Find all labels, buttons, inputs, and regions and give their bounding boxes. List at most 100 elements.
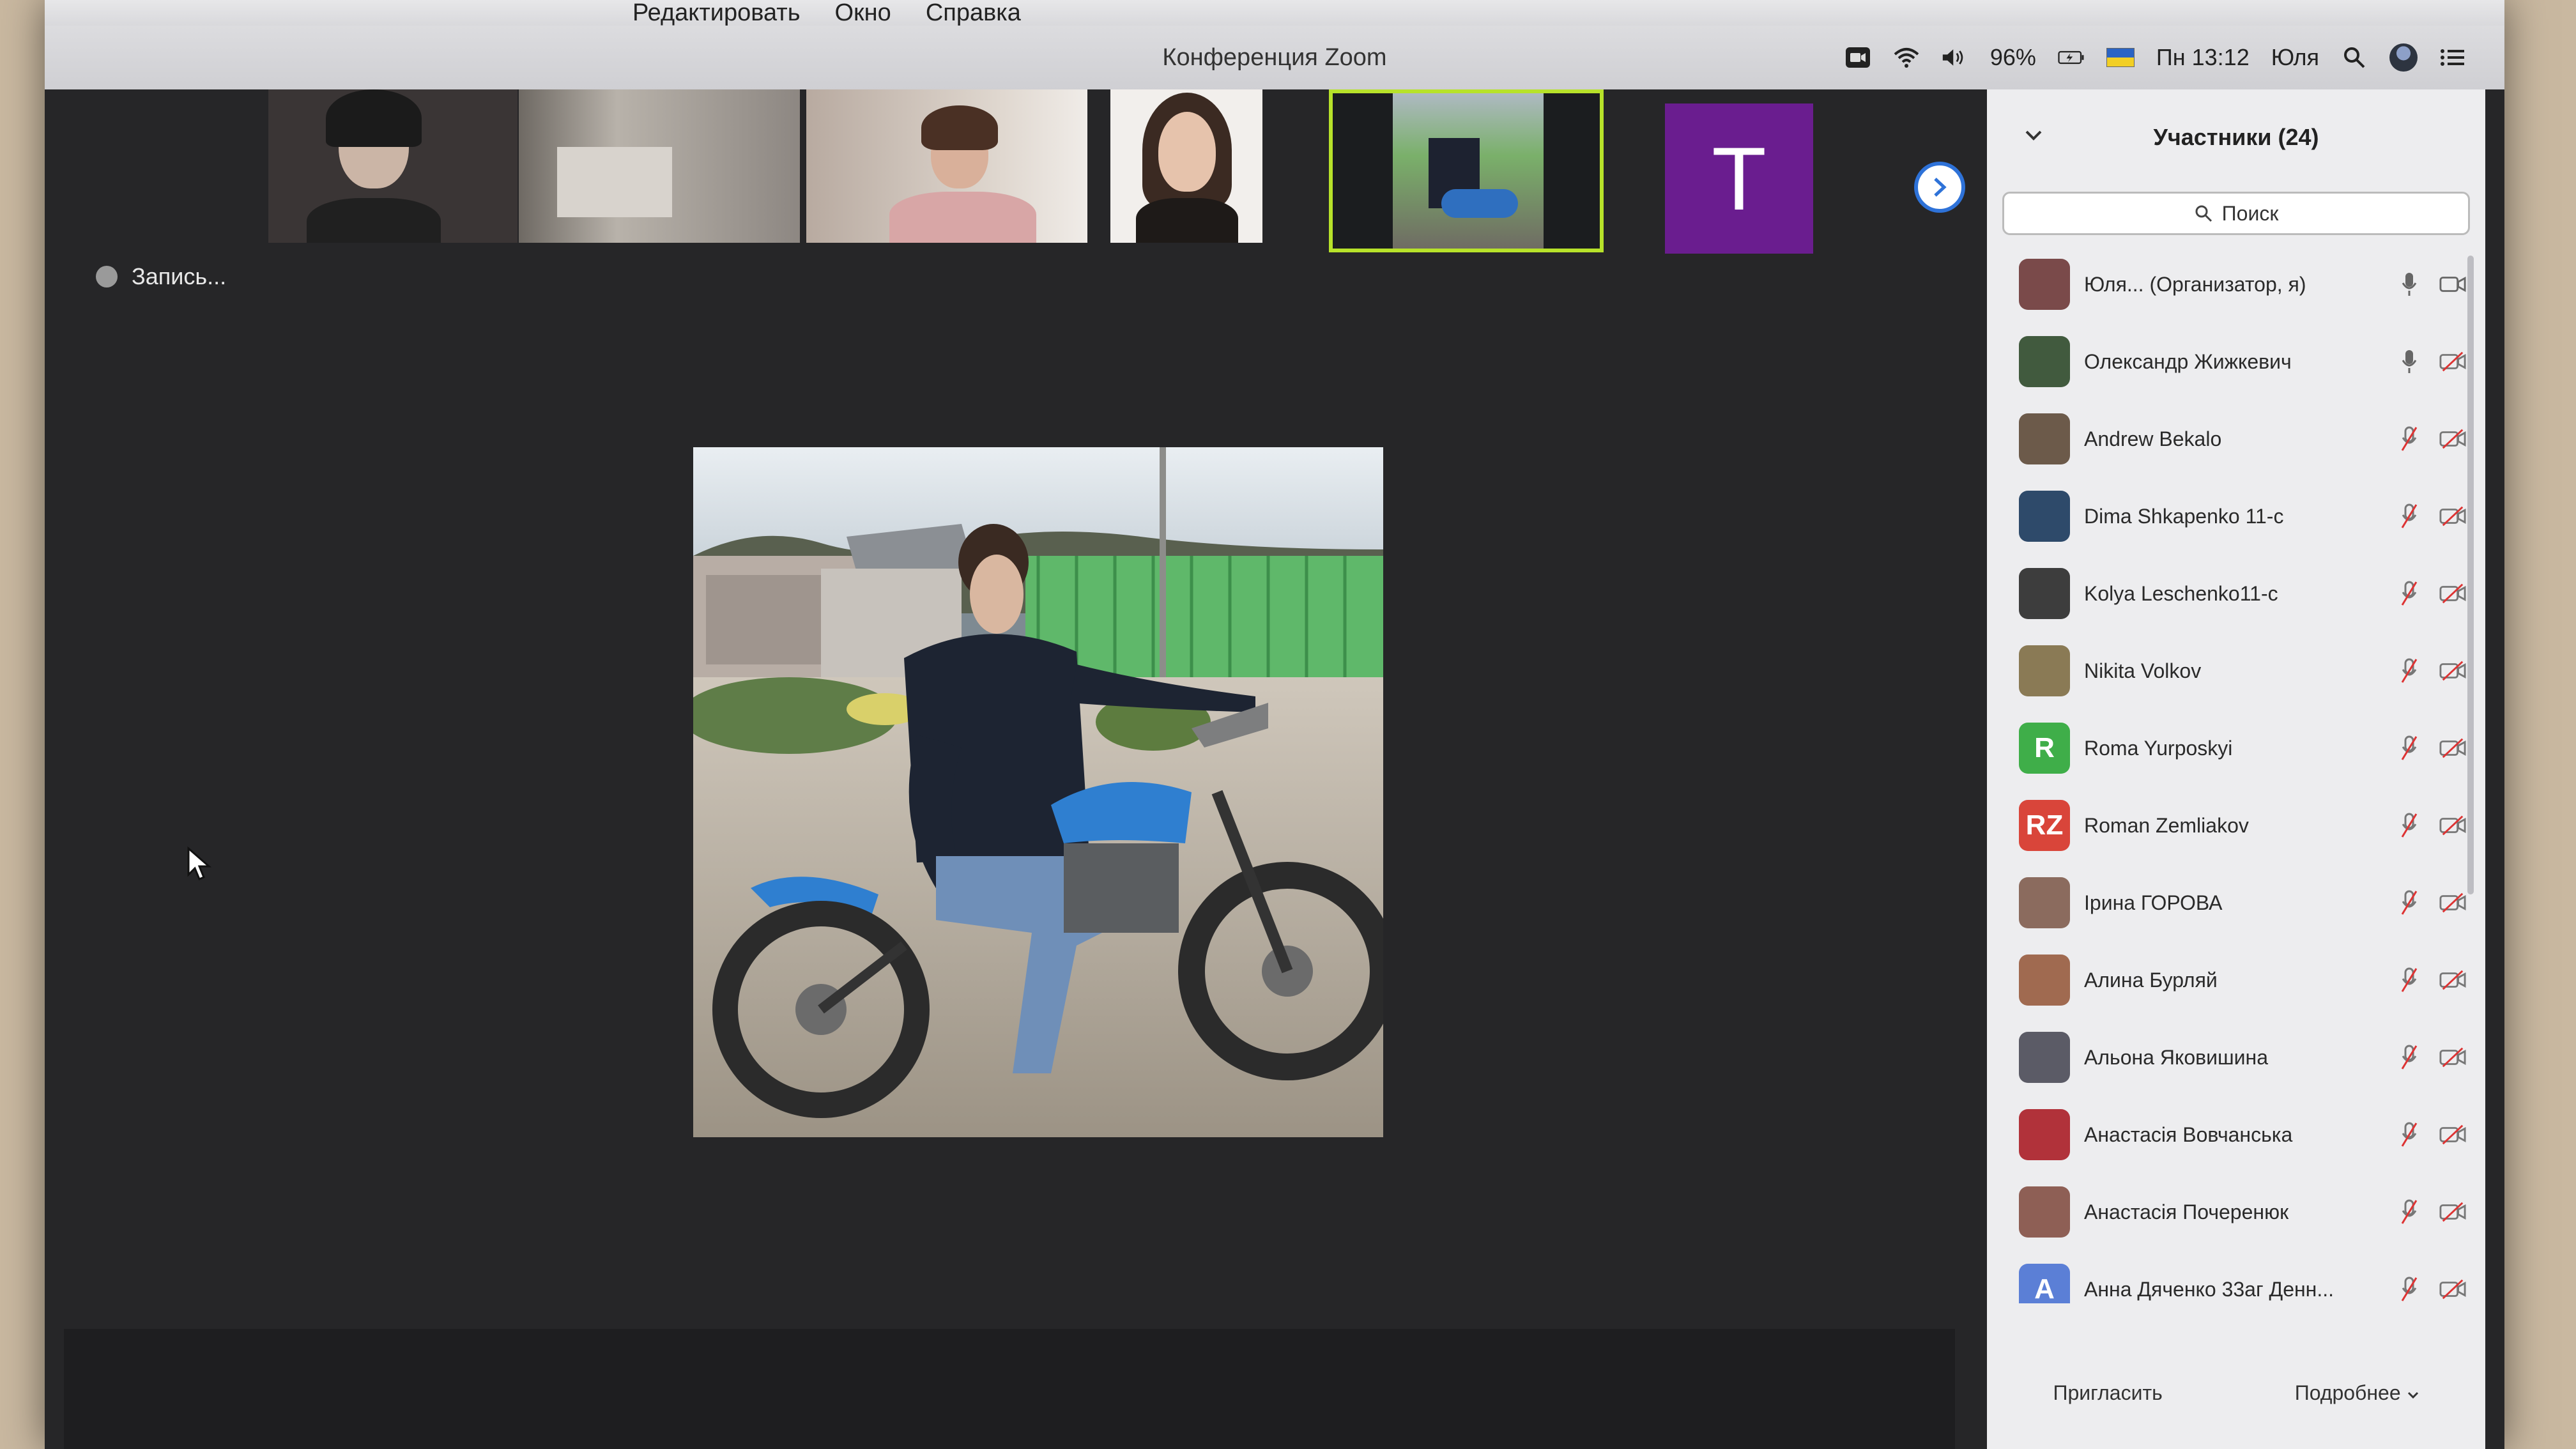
microphone-muted-icon[interactable] — [2396, 812, 2423, 839]
participant-name: Kolya Leschenko11-c — [2084, 581, 2278, 605]
participant-letter-avatar[interactable]: T — [1665, 103, 1813, 254]
video-thumbnail[interactable] — [806, 89, 1087, 243]
video-camera-off-icon[interactable] — [2439, 735, 2466, 762]
clock[interactable]: Пн 13:12 — [2156, 44, 2250, 71]
participant-row[interactable]: Алина Бурляй — [2019, 945, 2466, 1015]
video-camera-icon[interactable] — [2439, 271, 2466, 298]
video-thumbnail[interactable] — [519, 89, 800, 243]
participant-list: Юля... (Организатор, я) Олександр Жижкеви… — [1987, 243, 2485, 1303]
participants-header: Участники (24) — [1987, 115, 2485, 160]
participant-avatar — [2019, 568, 2070, 619]
participant-row[interactable]: Альона Яковишина — [2019, 1022, 2466, 1092]
participant-status-icons — [2396, 735, 2466, 762]
video-camera-off-icon[interactable] — [2439, 425, 2466, 452]
participants-panel: Участники (24) Поиск Юля... (Организатор… — [1987, 89, 2485, 1449]
participant-row[interactable]: Andrew Bekalo — [2019, 404, 2466, 474]
participant-avatar: A — [2019, 1264, 2070, 1303]
participant-avatar — [2019, 1032, 2070, 1083]
participant-name: Andrew Bekalo — [2084, 427, 2222, 450]
video-camera-off-icon[interactable] — [2439, 1199, 2466, 1225]
notification-center-icon[interactable] — [2439, 44, 2466, 71]
invite-button[interactable]: Пригласить — [2053, 1381, 2162, 1405]
zoom-status-icon[interactable] — [1844, 44, 1871, 71]
video-thumbnail[interactable] — [1110, 89, 1262, 243]
video-camera-off-icon[interactable] — [2439, 348, 2466, 375]
battery-icon[interactable] — [2058, 44, 2085, 71]
siri-icon[interactable] — [2389, 43, 2418, 72]
spotlight-search-icon[interactable] — [2341, 44, 2368, 71]
participant-search-input[interactable]: Поиск — [2002, 192, 2470, 235]
participant-avatar — [2019, 645, 2070, 696]
participant-row[interactable]: Nikita Volkov — [2019, 636, 2466, 706]
menu-edit[interactable]: Редактировать — [632, 0, 801, 27]
participant-row[interactable]: Анастасія Почеренюк — [2019, 1177, 2466, 1247]
participant-status-icons — [2396, 580, 2466, 607]
microphone-muted-icon[interactable] — [2396, 1121, 2423, 1148]
microphone-muted-icon[interactable] — [2396, 425, 2423, 452]
video-thumbnail[interactable] — [268, 89, 518, 243]
video-camera-off-icon[interactable] — [2439, 1276, 2466, 1303]
video-thumbnail-active-speaker[interactable] — [1329, 89, 1604, 252]
participant-avatar: RZ — [2019, 800, 2070, 851]
microphone-muted-icon[interactable] — [2396, 657, 2423, 684]
microphone-muted-icon[interactable] — [2396, 1199, 2423, 1225]
mouse-pointer-icon — [187, 846, 212, 884]
microphone-muted-icon[interactable] — [2396, 735, 2423, 762]
participant-row[interactable]: RZ Roman Zemliakov — [2019, 790, 2466, 861]
participant-status-icons — [2396, 812, 2466, 839]
recording-label: Запись... — [132, 263, 227, 289]
recording-dot-icon — [96, 266, 118, 288]
menu-items: Редактировать Окно Справка — [632, 0, 1021, 27]
microphone-muted-icon[interactable] — [2396, 580, 2423, 607]
chevron-right-icon — [1934, 178, 1947, 197]
volume-icon[interactable] — [1942, 44, 1968, 71]
menu-window[interactable]: Окно — [835, 0, 891, 27]
participant-name: Алина Бурляй — [2084, 968, 2218, 992]
more-label: Подробнее — [2294, 1381, 2401, 1404]
video-camera-off-icon[interactable] — [2439, 580, 2466, 607]
participant-row[interactable]: A Анна Дяченко 33аг Денн... — [2019, 1254, 2466, 1303]
microphone-icon[interactable] — [2396, 348, 2423, 375]
shared-photo — [693, 447, 1383, 1137]
microphone-muted-icon[interactable] — [2396, 503, 2423, 530]
video-strip: T — [45, 89, 1987, 262]
video-camera-off-icon[interactable] — [2439, 503, 2466, 530]
participant-list-scrollbar[interactable] — [2467, 256, 2474, 894]
participant-row[interactable]: Юля... (Организатор, я) — [2019, 249, 2466, 319]
video-camera-off-icon[interactable] — [2439, 1121, 2466, 1148]
video-camera-off-icon[interactable] — [2439, 889, 2466, 916]
participant-avatar — [2019, 336, 2070, 387]
participant-avatar — [2019, 491, 2070, 542]
window-title: Конференция Zoom — [1162, 43, 1387, 71]
participant-avatar — [2019, 1109, 2070, 1160]
participant-row[interactable]: Dima Shkapenko 11-c — [2019, 481, 2466, 551]
keyboard-layout-flag-icon[interactable] — [2106, 48, 2135, 67]
participant-avatar — [2019, 413, 2070, 464]
microphone-muted-icon[interactable] — [2396, 1276, 2423, 1303]
microphone-icon[interactable] — [2396, 271, 2423, 298]
participant-row[interactable]: Ірина ГОРОВА — [2019, 868, 2466, 938]
participant-status-icons — [2396, 503, 2466, 530]
video-camera-off-icon[interactable] — [2439, 1044, 2466, 1071]
recording-indicator[interactable]: Запись... — [96, 263, 226, 290]
wifi-icon[interactable] — [1893, 44, 1920, 71]
video-camera-off-icon[interactable] — [2439, 967, 2466, 993]
participant-row[interactable]: Kolya Leschenko11-c — [2019, 558, 2466, 629]
microphone-muted-icon[interactable] — [2396, 967, 2423, 993]
menu-user[interactable]: Юля — [2271, 44, 2319, 71]
participant-row[interactable]: Анастасія Вовчанська — [2019, 1100, 2466, 1170]
next-page-button[interactable] — [1914, 162, 1965, 213]
participant-row[interactable]: R Roma Yurposkyi — [2019, 713, 2466, 783]
microphone-muted-icon[interactable] — [2396, 1044, 2423, 1071]
menu-bar: Редактировать Окно Справка — [45, 0, 2504, 26]
more-button[interactable]: Подробнее — [2295, 1381, 2419, 1405]
microphone-muted-icon[interactable] — [2396, 889, 2423, 916]
participant-status-icons — [2396, 425, 2466, 452]
participant-status-icons — [2396, 657, 2466, 684]
participant-name: Ірина ГОРОВА — [2084, 891, 2223, 914]
participant-row[interactable]: Олександр Жижкевич — [2019, 326, 2466, 397]
video-camera-off-icon[interactable] — [2439, 812, 2466, 839]
participant-status-icons — [2396, 271, 2466, 298]
menu-help[interactable]: Справка — [926, 0, 1021, 27]
video-camera-off-icon[interactable] — [2439, 657, 2466, 684]
